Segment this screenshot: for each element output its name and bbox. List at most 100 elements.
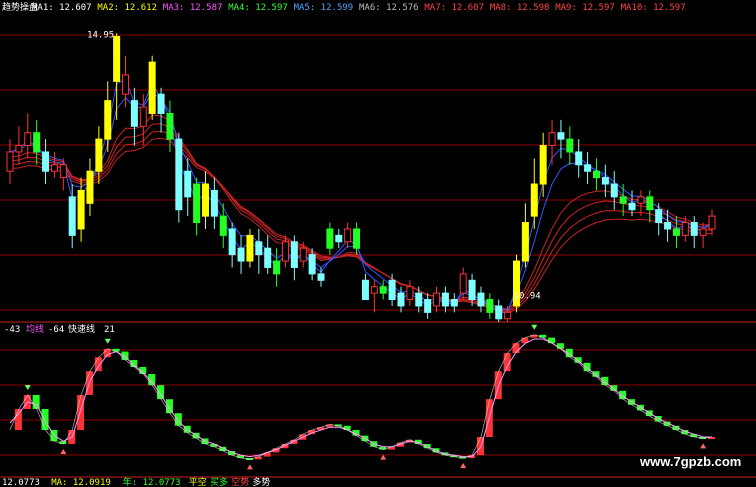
candle-body [699, 228, 707, 236]
candle-body [50, 164, 58, 172]
candle-body [228, 228, 236, 256]
osc-bar [548, 337, 556, 344]
candle-body [664, 222, 672, 230]
candle-body [468, 279, 476, 301]
osc-signal-line [9, 338, 712, 458]
candle-body [86, 170, 94, 204]
candle-body [281, 241, 289, 262]
footer-label-4: 平空 [189, 476, 207, 487]
ma-label-7: MA7: 12.607 [424, 3, 484, 13]
ma-label-6: MA6: 12.576 [359, 3, 419, 13]
candle-body [264, 247, 272, 268]
candle-body [628, 202, 636, 211]
candle-body [592, 170, 600, 179]
candle-body [290, 241, 298, 268]
osc-bar [610, 385, 618, 391]
candle-body [655, 209, 663, 224]
candle-body [557, 132, 565, 140]
candle-body [59, 164, 67, 179]
candle-body [237, 247, 245, 262]
osc-bar [32, 395, 40, 409]
candle-body [335, 234, 343, 243]
candle-body [255, 241, 263, 256]
ma-labels: MA1: 12.607 MA2: 12.612 MA3: 12.587 MA4: 12… [32, 3, 686, 13]
footer-label-1: 12.0773 [2, 478, 40, 487]
sub-label-avg: 均线 [26, 323, 44, 335]
candle-body [201, 183, 209, 217]
candle-body [193, 183, 201, 224]
candle-body [210, 189, 218, 217]
ma-label-8: MA8: 12.598 [490, 3, 550, 13]
candle-body [370, 286, 378, 294]
candle-body [139, 106, 147, 127]
candle-body [317, 273, 325, 281]
candle-body [690, 222, 698, 236]
candle-body [68, 196, 76, 236]
ma-label-5: MA5: 12.599 [294, 3, 354, 13]
ribbon-line [9, 114, 713, 310]
footer-label-6: 空势 [231, 476, 249, 487]
candle-body [548, 132, 556, 147]
candle-body [113, 35, 121, 82]
candle-body [184, 170, 192, 198]
candle-body [637, 196, 645, 204]
candle-body [175, 138, 183, 211]
ma-label-1: MA1: 12.607 [32, 3, 92, 13]
candle-body [353, 228, 361, 249]
sub-label-fast: 快速线 [68, 323, 95, 335]
footer-label-5: 买多 [210, 476, 228, 487]
footer-labels: 12.0773 MA: 12.0919 年: 12.0773 平空 买多 空势 多势 [2, 476, 270, 487]
osc-bar [157, 385, 165, 400]
sub-value-3: 21 [104, 325, 115, 335]
osc-bar [592, 371, 600, 377]
candle-body [361, 279, 369, 301]
ma-label-9: MA9: 12.597 [555, 3, 615, 13]
candle-body [504, 311, 512, 320]
ma-ribbon [9, 78, 713, 314]
candle-body [15, 145, 23, 153]
candle-body [450, 299, 458, 307]
footer-label-2: MA: 12.0919 [51, 478, 111, 487]
candle-body [6, 151, 14, 172]
candle-body [495, 305, 503, 320]
footer-label-7: 多势 [252, 476, 270, 487]
candle-body [326, 228, 334, 249]
sub-value-1: -43 [4, 325, 20, 335]
candle-body [122, 74, 130, 95]
candle-body [433, 292, 441, 307]
candle-body [459, 273, 467, 294]
price-annotation: 10.94 [514, 292, 541, 302]
watermark: www.7gpzb.com [639, 454, 741, 469]
candle-body [566, 138, 574, 153]
candle-body [584, 164, 592, 172]
osc-bar [77, 395, 85, 430]
ma-label-4: MA4: 12.597 [228, 3, 288, 13]
ma-label-3: MA3: 12.587 [163, 3, 223, 13]
candle-body [672, 228, 680, 236]
ribbon-line [9, 137, 713, 314]
candle-body [521, 222, 529, 262]
candle-body [406, 286, 414, 301]
candle-body [273, 260, 281, 275]
candle-body [344, 228, 352, 243]
trough-marker [700, 443, 707, 449]
candle-body [477, 292, 485, 307]
peak-marker [24, 385, 31, 390]
candle-body [681, 222, 689, 236]
candle-body [148, 61, 156, 114]
candle-body [95, 138, 103, 172]
osc-bar [574, 357, 582, 363]
candle-body [601, 177, 609, 185]
candle-body [646, 196, 654, 211]
trough-marker [246, 464, 253, 470]
candle-body [33, 132, 41, 153]
candle-body [246, 234, 254, 262]
candle-body [424, 299, 432, 313]
candle-body [104, 100, 112, 140]
osc-bar [103, 348, 111, 358]
trough-marker [460, 463, 467, 468]
ma-label-2: MA2: 12.612 [97, 3, 157, 13]
candle-body [575, 151, 583, 166]
candle-body [415, 292, 423, 307]
candle-body [42, 151, 50, 172]
